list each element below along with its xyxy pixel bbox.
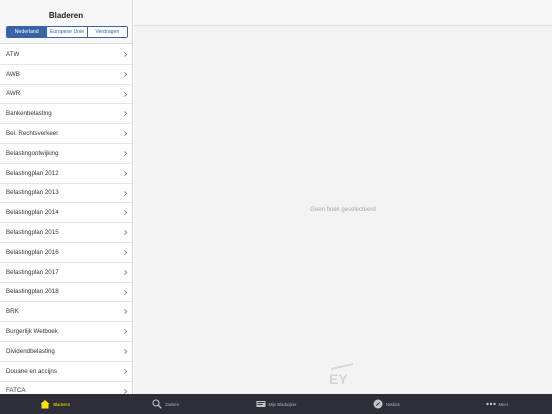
region-segmented-control: Nederland Europese Unie Verdragen <box>6 26 128 38</box>
chevron-right-icon <box>124 250 128 255</box>
ey-logo-icon: EY <box>329 363 353 386</box>
tab-bar: Bladeren Zoeken Mijn Bladwijzer Notities… <box>0 394 552 414</box>
list-item-label: BRK <box>6 308 19 316</box>
home-icon <box>40 400 50 409</box>
list-item-label: Belastingplan 2015 <box>6 229 59 237</box>
segment-verdragen[interactable]: Verdragen <box>86 27 127 37</box>
list-item-label: Belastingplan 2018 <box>6 288 59 296</box>
more-icon <box>485 402 496 406</box>
list-item-label: Douane en accijns <box>6 367 57 375</box>
tab-label: Zoeken <box>165 401 180 407</box>
list-item[interactable]: Belastingontwijking <box>0 144 132 164</box>
chevron-right-icon <box>124 91 128 97</box>
list-item[interactable]: FATCA <box>0 382 132 394</box>
list-item-label: Bankenbelasting <box>6 110 52 118</box>
chevron-right-icon <box>124 388 128 394</box>
logo-text: EY <box>329 371 348 386</box>
list-item[interactable]: AWR <box>0 85 132 105</box>
list-item[interactable]: Burgerlijk Wetboek <box>0 322 132 342</box>
chevron-right-icon <box>124 190 128 196</box>
tab-zoeken[interactable]: Zoeken <box>110 394 220 414</box>
list-item-label: Burgerlijk Wetboek <box>6 328 58 336</box>
tab-label: Notities <box>385 401 400 407</box>
segment-europese-unie[interactable]: Europese Unie <box>46 27 87 37</box>
tab-label: Meer <box>498 401 509 407</box>
list-item-label: Belastingplan 2016 <box>6 248 59 256</box>
sidebar-header: Bladeren Nederland Europese Unie Verdrag… <box>0 0 132 44</box>
chevron-right-icon <box>124 71 128 77</box>
law-list: ATW AWB AWR Bankenbelasting Bel. Rechtsverke… <box>0 45 132 394</box>
list-item[interactable]: Belastingplan 2014 <box>0 203 132 224</box>
sidebar: Bladeren Nederland Europese Unie Verdrag… <box>0 0 133 394</box>
empty-state-message: Geen boek geselecteerd <box>310 207 376 213</box>
list-item-label: ATW <box>6 50 20 58</box>
main-pane: Geen boek geselecteerd EY <box>134 0 552 394</box>
tab-bladeren[interactable]: Bladeren <box>0 394 110 414</box>
list-item-label: Belastingontwijking <box>6 149 59 157</box>
chevron-right-icon <box>124 289 128 295</box>
list-item[interactable]: Belastingplan 2016 <box>0 243 132 263</box>
list-item[interactable]: Belastingplan 2012 <box>0 164 132 184</box>
note-icon <box>373 399 383 409</box>
list-item-label: AWR <box>6 90 21 98</box>
list-item[interactable]: AWB <box>0 65 132 85</box>
list-item[interactable]: Dividendbelasting <box>0 342 132 362</box>
list-item[interactable]: Bankenbelasting <box>0 104 132 125</box>
list-item[interactable]: Belastingplan 2017 <box>0 263 132 283</box>
list-item-label: AWB <box>6 70 20 78</box>
list-item-label: Belastingplan 2012 <box>6 169 59 177</box>
chevron-right-icon <box>124 210 128 216</box>
chevron-right-icon <box>124 329 128 335</box>
chevron-right-icon <box>124 349 128 354</box>
chevron-right-icon <box>124 151 128 156</box>
list-item-label: Bel. Rechtsverkeer <box>6 130 59 138</box>
tab-notities[interactable]: Notities <box>331 394 441 414</box>
list-item-label: Dividendbelasting <box>6 347 55 355</box>
list-item[interactable]: BRK <box>0 302 132 323</box>
list-item[interactable]: Belastingplan 2015 <box>0 223 132 243</box>
list-item-label: Belastingplan 2014 <box>6 209 59 217</box>
segment-nederland[interactable]: Nederland <box>7 27 47 37</box>
tab-label: Mijn Bladwijzer <box>268 401 297 407</box>
tab-meer[interactable]: Meer <box>442 394 552 414</box>
chevron-right-icon <box>124 309 128 315</box>
list-item-label: Belastingplan 2017 <box>6 268 59 276</box>
chevron-right-icon <box>124 170 128 176</box>
chevron-right-icon <box>124 269 128 275</box>
sidebar-title: Bladeren <box>48 11 84 20</box>
chevron-right-icon <box>124 131 128 137</box>
tab-mijn-bladwijzer[interactable]: Mijn Bladwijzer <box>221 394 331 414</box>
list-item[interactable]: Belastingplan 2018 <box>0 283 132 303</box>
search-icon <box>152 399 162 409</box>
chevron-right-icon <box>124 230 128 236</box>
list-item[interactable]: Belastingplan 2013 <box>0 184 132 204</box>
bookmark-icon <box>256 401 266 407</box>
chevron-right-icon <box>124 368 128 374</box>
list-item[interactable]: Douane en accijns <box>0 362 132 382</box>
list-item[interactable]: Bel. Rechtsverkeer <box>0 124 132 144</box>
main-header <box>134 0 552 26</box>
list-item-label: Belastingplan 2013 <box>6 189 59 197</box>
list-item[interactable]: ATW <box>0 45 132 65</box>
chevron-right-icon <box>124 111 128 117</box>
chevron-right-icon <box>124 52 128 57</box>
tab-label: Bladeren <box>53 401 71 407</box>
